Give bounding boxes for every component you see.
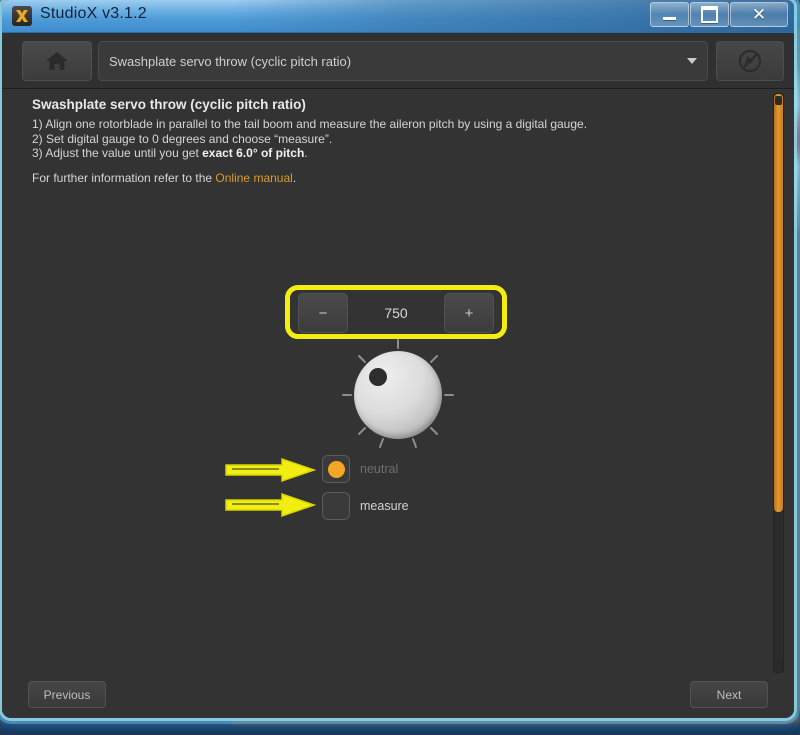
- title-bar[interactable]: StudioX v3.1.2 ✕: [2, 0, 794, 33]
- connection-status-button[interactable]: [716, 41, 784, 81]
- instruction-step-3: 3) Adjust the value until you get exact …: [32, 146, 632, 161]
- page-select-dropdown[interactable]: Swashplate servo throw (cyclic pitch rat…: [98, 41, 708, 81]
- minimize-button[interactable]: [650, 2, 689, 27]
- option-neutral-checkbox[interactable]: [322, 455, 350, 483]
- next-button[interactable]: Next: [690, 681, 768, 708]
- footer: Previous Next: [2, 675, 794, 718]
- online-manual-link[interactable]: Online manual: [215, 171, 292, 185]
- manual-note-pre: For further information refer to the: [32, 171, 216, 185]
- manual-note: For further information refer to the Onl…: [32, 171, 296, 185]
- scrollbar-top-cap[interactable]: [775, 96, 782, 105]
- rotary-knob[interactable]: [342, 339, 454, 451]
- instruction-step-3-pre: 3) Adjust the value until you get: [32, 146, 203, 160]
- application-window: StudioX v3.1.2 ✕ Swashplate servo throw …: [2, 0, 794, 718]
- window-controls: ✕: [650, 2, 788, 27]
- scrollbar-thumb[interactable]: [774, 94, 783, 512]
- value-stepper: − 750 +: [298, 293, 494, 333]
- increment-button[interactable]: +: [444, 293, 494, 333]
- option-measure[interactable]: measure: [322, 492, 409, 520]
- decrement-button[interactable]: −: [298, 293, 348, 333]
- content-panel: Swashplate servo throw (cyclic pitch rat…: [2, 89, 794, 675]
- app-title: StudioX v3.1.2: [40, 5, 147, 22]
- option-measure-checkbox[interactable]: [322, 492, 350, 520]
- stepper-value[interactable]: 750: [348, 305, 444, 321]
- chevron-down-icon: [687, 58, 697, 64]
- instruction-step-3-emphasis: exact 6.0° of pitch: [202, 146, 305, 160]
- instruction-step-3-post: .: [304, 146, 308, 160]
- maximize-button[interactable]: [690, 2, 729, 27]
- option-measure-label: measure: [360, 499, 409, 513]
- home-button[interactable]: [22, 41, 92, 81]
- option-selected-indicator: [327, 460, 345, 478]
- screen: StudioX v3.1.2 ✕ Swashplate servo throw …: [0, 0, 800, 735]
- panel-title: Swashplate servo throw (cyclic pitch rat…: [32, 97, 306, 112]
- scrollbar-bottom-cap[interactable]: [775, 661, 782, 670]
- x-logo-icon: [12, 6, 32, 26]
- arrow-annotation-measure: [225, 492, 316, 518]
- manual-note-post: .: [292, 171, 297, 185]
- option-neutral-label: neutral: [360, 462, 399, 476]
- instruction-step-1: 1) Align one rotorblade in parallel to t…: [32, 117, 588, 131]
- vertical-scrollbar[interactable]: [773, 93, 784, 673]
- toolbar: Swashplate servo throw (cyclic pitch rat…: [2, 33, 794, 89]
- knob-body[interactable]: [354, 351, 442, 439]
- maximize-icon: [701, 6, 718, 23]
- previous-button[interactable]: Previous: [28, 681, 106, 708]
- arrow-annotation-neutral: [225, 457, 316, 483]
- page-select-value: Swashplate servo throw (cyclic pitch rat…: [109, 53, 352, 69]
- option-neutral[interactable]: neutral: [322, 455, 398, 483]
- minimize-icon: [663, 16, 676, 20]
- close-button[interactable]: ✕: [730, 2, 788, 27]
- close-icon: ✕: [751, 5, 767, 24]
- knob-indicator-dot: [369, 368, 387, 386]
- no-connection-icon: [738, 49, 762, 73]
- instruction-list: 1) Align one rotorblade in parallel to t…: [32, 117, 632, 161]
- home-icon: [46, 52, 68, 70]
- instruction-step-2: 2) Set digital gauge to 0 degrees and ch…: [32, 131, 333, 146]
